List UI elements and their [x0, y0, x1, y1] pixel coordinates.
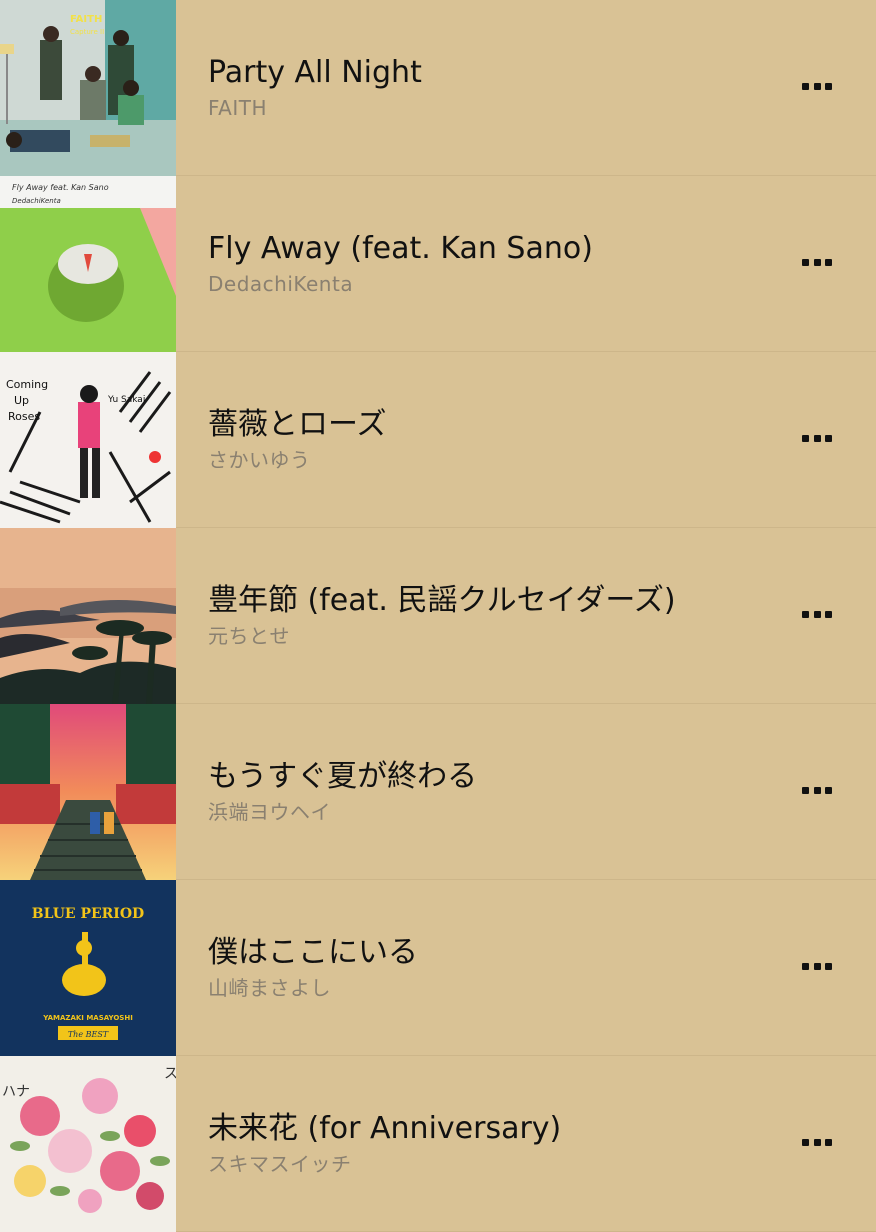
album-art [0, 528, 176, 704]
album-roses-text-2: Up [14, 394, 29, 407]
track-meta: 僕はここにいる 山崎まさよし [176, 880, 876, 1056]
more-options-icon[interactable] [802, 247, 832, 277]
track-title: 薔薇とローズ [208, 407, 387, 442]
album-art-sunset-islands [0, 528, 176, 704]
track-meta: 豊年節 (feat. 民謡クルセイダーズ) 元ちとせ [176, 528, 876, 704]
album-faith-text: FAITH [70, 14, 102, 25]
album-fly-away-artist: DedachiKenta [12, 197, 61, 205]
album-flowers-side-text-right: スキ [164, 1066, 176, 1082]
track-title: Party All Night [208, 55, 422, 90]
track-title: 未来花 (for Anniversary) [208, 1111, 562, 1146]
track-meta: 未来花 (for Anniversary) スキマスイッチ [176, 1056, 876, 1232]
album-art: Fly Away feat. Kan Sano DedachiKenta [0, 176, 176, 352]
track-row[interactable]: もうすぐ夏が終わる 浜端ヨウヘイ [0, 704, 876, 880]
album-art: Coming Up Roses Yu Sakai [0, 352, 176, 528]
track-artist: DedachiKenta [208, 272, 354, 296]
album-fly-away-text: Fly Away feat. Kan Sano [12, 183, 109, 192]
track-row[interactable]: Fly Away feat. Kan Sano DedachiKenta Fly… [0, 176, 876, 352]
track-row[interactable]: Coming Up Roses Yu Sakai 薔薇とローズ さかいゆう [0, 352, 876, 528]
track-artist: スキマスイッチ [208, 1152, 352, 1176]
album-roses-artist: Yu Sakai [107, 395, 145, 405]
more-options-icon[interactable] [802, 775, 832, 805]
track-list: FAITH Capture II Party All Night FAITH F… [0, 0, 876, 1232]
album-art-coming-up-roses: Coming Up Roses Yu Sakai [0, 352, 176, 528]
track-title: もうすぐ夏が終わる [208, 759, 478, 794]
album-roses-text-1: Coming [6, 378, 48, 391]
album-art-summer-stairs [0, 704, 176, 880]
track-row[interactable]: スキ ハナ 未来花 (for Anniversary) スキマスイッチ [0, 1056, 876, 1232]
album-art-flowers: スキ ハナ [0, 1056, 176, 1232]
album-art: BLUE PERIOD YAMAZAKI MASAYOSHI The BEST [0, 880, 176, 1056]
album-yamazaki-text: YAMAZAKI MASAYOSHI [42, 1014, 133, 1022]
track-artist: 浜端ヨウヘイ [208, 800, 331, 824]
track-row[interactable]: FAITH Capture II Party All Night FAITH [0, 0, 876, 176]
track-row[interactable]: BLUE PERIOD YAMAZAKI MASAYOSHI The BEST … [0, 880, 876, 1056]
album-art: FAITH Capture II [0, 0, 176, 176]
album-blue-period-text: BLUE PERIOD [32, 906, 144, 922]
track-meta: もうすぐ夏が終わる 浜端ヨウヘイ [176, 704, 876, 880]
album-flowers-side-text-left: ハナ [2, 1084, 30, 1100]
album-roses-text-3: Roses [8, 410, 40, 423]
album-the-best-text: The BEST [68, 1030, 109, 1039]
album-art-blue-period: BLUE PERIOD YAMAZAKI MASAYOSHI The BEST [0, 880, 176, 1056]
album-art [0, 704, 176, 880]
track-title: 僕はここにいる [208, 935, 418, 970]
track-artist: FAITH [208, 96, 268, 120]
more-options-icon[interactable] [802, 951, 832, 981]
album-art: スキ ハナ [0, 1056, 176, 1232]
more-options-icon[interactable] [802, 71, 832, 101]
track-title: 豊年節 (feat. 民謡クルセイダーズ) [208, 583, 676, 618]
more-options-icon[interactable] [802, 1127, 832, 1157]
more-options-icon[interactable] [802, 599, 832, 629]
album-faith-subtext: Capture II [70, 28, 104, 36]
track-artist: さかいゆう [208, 448, 311, 472]
album-art-faith: FAITH Capture II [0, 0, 176, 176]
track-title: Fly Away (feat. Kan Sano) [208, 231, 593, 266]
more-options-icon[interactable] [802, 423, 832, 453]
album-art-fly-away: Fly Away feat. Kan Sano DedachiKenta [0, 176, 176, 352]
track-row[interactable]: 豊年節 (feat. 民謡クルセイダーズ) 元ちとせ [0, 528, 876, 704]
track-artist: 山崎まさよし [208, 976, 331, 1000]
track-meta: 薔薇とローズ さかいゆう [176, 352, 876, 528]
track-artist: 元ちとせ [208, 624, 290, 648]
track-meta: Fly Away (feat. Kan Sano) DedachiKenta [176, 176, 876, 352]
track-meta: Party All Night FAITH [176, 0, 876, 176]
